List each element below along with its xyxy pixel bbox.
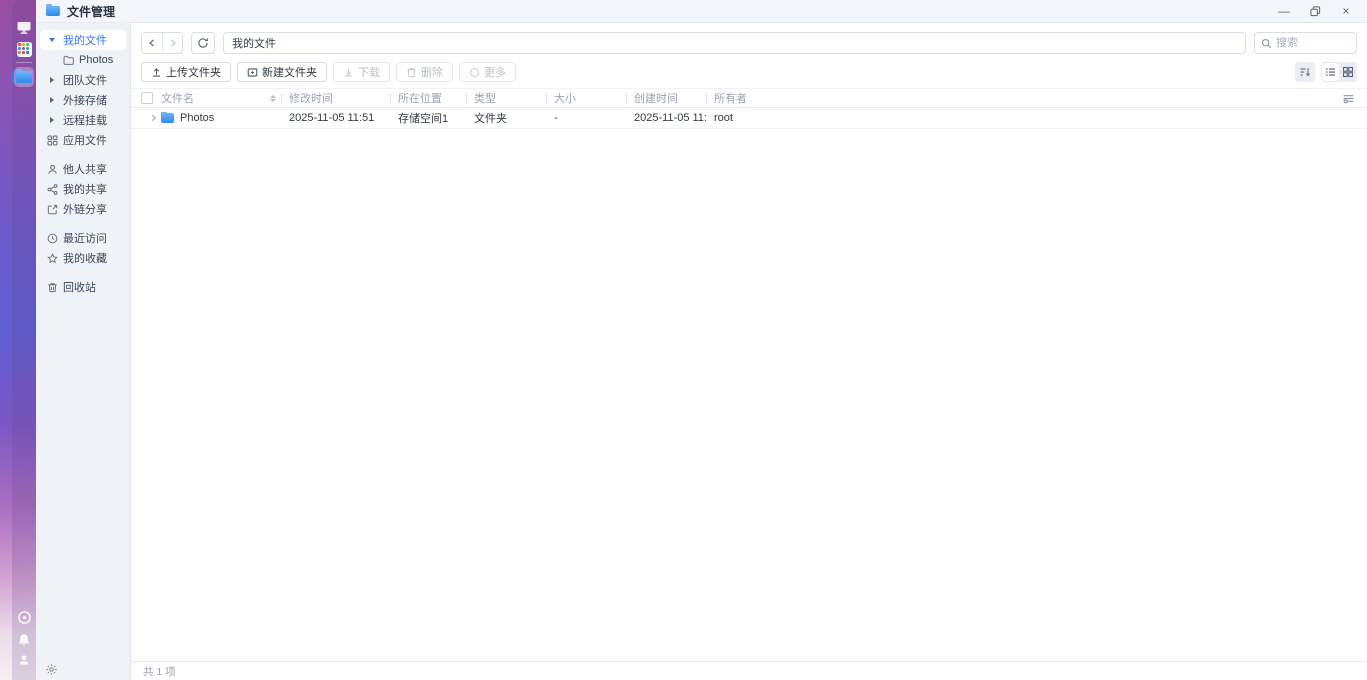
clock-icon [46,233,58,244]
file-manager-dock-icon[interactable] [14,67,34,87]
column-header-owner[interactable]: 所有者 [706,89,1367,107]
back-button[interactable] [142,33,162,53]
assistant-circle-icon[interactable] [15,608,33,626]
location-cell: 存储空间1 [390,110,466,126]
app-logo-folder-icon [46,6,60,16]
sort-button[interactable] [1295,62,1315,82]
file-list-empty-area[interactable] [131,129,1367,661]
folder-outline-icon [62,55,74,65]
new-folder-button[interactable]: 新建文件夹 [237,62,327,82]
titlebar: 文件管理 — × [36,0,1367,23]
notification-bell-icon[interactable] [15,631,33,649]
external-link-icon [46,204,58,215]
size-cell: - [546,112,626,124]
dock-separator [16,62,32,63]
more-button[interactable]: 更多 [459,62,516,82]
type-cell: 文件夹 [466,110,546,126]
refresh-button[interactable] [191,32,215,54]
caret-right-icon [46,77,58,83]
sidebar-item-shared-by-others[interactable]: 他人共享 [36,159,130,179]
folder-icon [161,113,174,123]
sidebar-item-app-files[interactable]: 应用文件 [36,130,130,150]
select-all-cell [141,89,161,107]
upload-icon [151,67,162,78]
sidebar-item-recent[interactable]: 最近访问 [36,228,130,248]
user-icon[interactable] [15,651,33,669]
sidebar-item-my-shares[interactable]: 我的共享 [36,179,130,199]
person-icon [46,164,58,175]
search-input[interactable] [1276,37,1346,49]
sidebar-item-my-files[interactable]: 我的文件 [40,30,126,50]
table-row-photos[interactable]: Photos 2025-11-05 11:51 存储空间1 文件夹 - 2025… [131,108,1367,129]
toolbar: 上传文件夹 新建文件夹 下载 [131,58,1367,88]
history-nav-group [141,32,183,54]
column-header-location[interactable]: 所在位置 [390,89,466,107]
sidebar-item-link-share[interactable]: 外链分享 [36,199,130,219]
view-mode-toggle [1321,62,1357,82]
download-icon [343,67,354,78]
status-bar: 共 1 项 [131,661,1367,680]
trash-icon [46,282,58,293]
sidebar-item-team-files[interactable]: 团队文件 [36,70,130,90]
sidebar-item-recycle-bin[interactable]: 回收站 [36,277,130,297]
sidebar-item-external-storage[interactable]: 外接存储 [36,90,130,110]
share-nodes-icon [46,184,58,195]
expand-chevron-icon[interactable] [141,114,161,122]
select-all-checkbox[interactable] [141,92,153,104]
sidebar-item-favorites[interactable]: 我的收藏 [36,248,130,268]
navigation-row [131,23,1367,58]
item-count-label: 共 1 项 [143,664,176,679]
column-header-modified[interactable]: 修改时间 [281,89,390,107]
sort-arrows-icon[interactable] [270,95,276,102]
path-breadcrumb-input[interactable] [223,32,1246,54]
star-icon [46,253,58,264]
maximize-button[interactable] [1304,2,1326,20]
sidebar-item-remote-mount[interactable]: 远程挂载 [36,110,130,130]
new-folder-icon [247,67,258,78]
desktop-wallpaper-strip [0,0,36,680]
desktop-monitor-icon[interactable] [15,18,33,36]
main-panel: 上传文件夹 新建文件夹 下载 [131,23,1367,680]
trash-icon [406,67,417,78]
settings-gear-icon[interactable] [45,663,58,676]
search-box[interactable] [1254,32,1357,54]
folder-icon [16,71,32,83]
created-cell: 2025-11-05 11:51 [626,112,706,124]
window-title: 文件管理 [67,3,115,20]
caret-right-icon [46,97,58,103]
caret-down-icon [46,38,58,42]
column-header-created[interactable]: 创建时间 [626,89,706,107]
forward-button[interactable] [162,33,182,53]
sidebar-item-photos[interactable]: Photos [36,50,130,70]
grid-view-button[interactable] [1339,63,1356,81]
modified-cell: 2025-11-05 11:51 [281,112,390,124]
search-icon [1261,38,1272,49]
column-header-type[interactable]: 类型 [466,89,546,107]
sidebar: 我的文件 Photos 团队文件 外接存储 远程挂载 [36,23,131,680]
minimize-button[interactable]: — [1273,2,1295,20]
download-button[interactable]: 下载 [333,62,390,82]
dock-panel [12,0,36,680]
app-grid-icon [46,135,58,146]
upload-folder-button[interactable]: 上传文件夹 [141,62,231,82]
column-header-name[interactable]: 文件名 [161,89,281,107]
close-button[interactable]: × [1335,2,1357,20]
column-header-size[interactable]: 大小 [546,89,626,107]
owner-cell: root [706,112,1367,124]
column-settings-icon[interactable] [1342,92,1355,105]
file-table-header: 文件名 修改时间 所在位置 类型 大小 创建时间 所有者 [131,88,1367,108]
delete-button[interactable]: 删除 [396,62,453,82]
file-name-cell[interactable]: Photos [161,112,281,124]
app-launcher-icon[interactable] [15,40,33,58]
file-manager-window: 文件管理 — × 我的文件 Photos 团队文件 [36,0,1367,680]
caret-right-icon [46,117,58,123]
list-view-button[interactable] [1322,63,1339,81]
more-circle-icon [469,67,480,78]
